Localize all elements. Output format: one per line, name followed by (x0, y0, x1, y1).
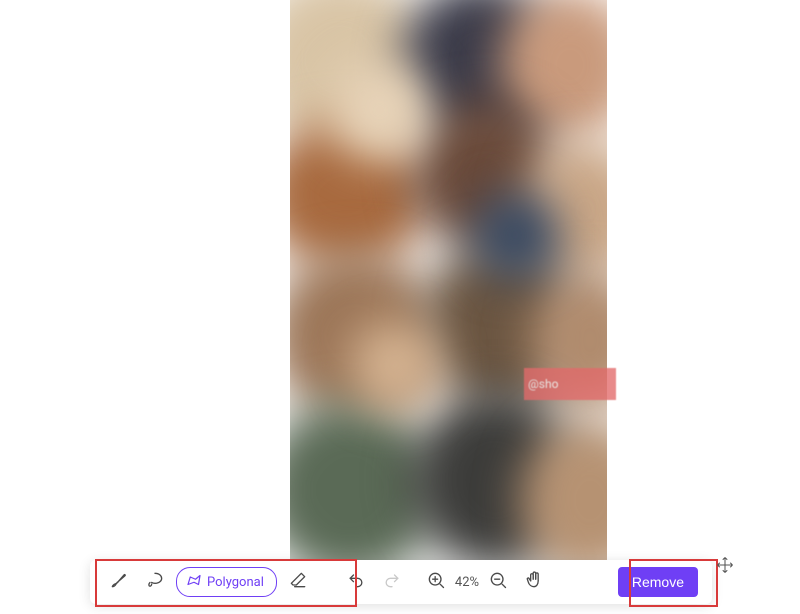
polygon-icon (185, 571, 203, 593)
zoom-out-icon (488, 570, 508, 594)
watermark-text: @sho (528, 377, 558, 391)
eraser-tool[interactable] (283, 567, 313, 597)
undo-icon (346, 570, 366, 594)
brush-icon (109, 570, 129, 594)
zoom-out-button[interactable] (483, 567, 513, 597)
lasso-tool[interactable] (140, 567, 170, 597)
move-cursor-icon (716, 556, 734, 574)
watermark-strip: @sho (524, 368, 616, 400)
polygonal-tool[interactable]: Polygonal (176, 567, 277, 597)
redo-button (377, 567, 407, 597)
hand-icon (524, 570, 544, 594)
zoom-level: 42% (455, 575, 479, 590)
editor-toolbar: Polygonal 42% Remove (90, 560, 712, 604)
remove-button[interactable]: Remove (618, 567, 698, 597)
zoom-in-button[interactable] (421, 567, 451, 597)
eraser-icon (288, 570, 308, 594)
zoom-in-icon (426, 570, 446, 594)
pan-tool[interactable] (519, 567, 549, 597)
image-canvas[interactable] (290, 0, 607, 560)
undo-button[interactable] (341, 567, 371, 597)
polygonal-label: Polygonal (207, 575, 264, 590)
redo-icon (382, 570, 402, 594)
brush-tool[interactable] (104, 567, 134, 597)
lasso-icon (145, 570, 165, 594)
